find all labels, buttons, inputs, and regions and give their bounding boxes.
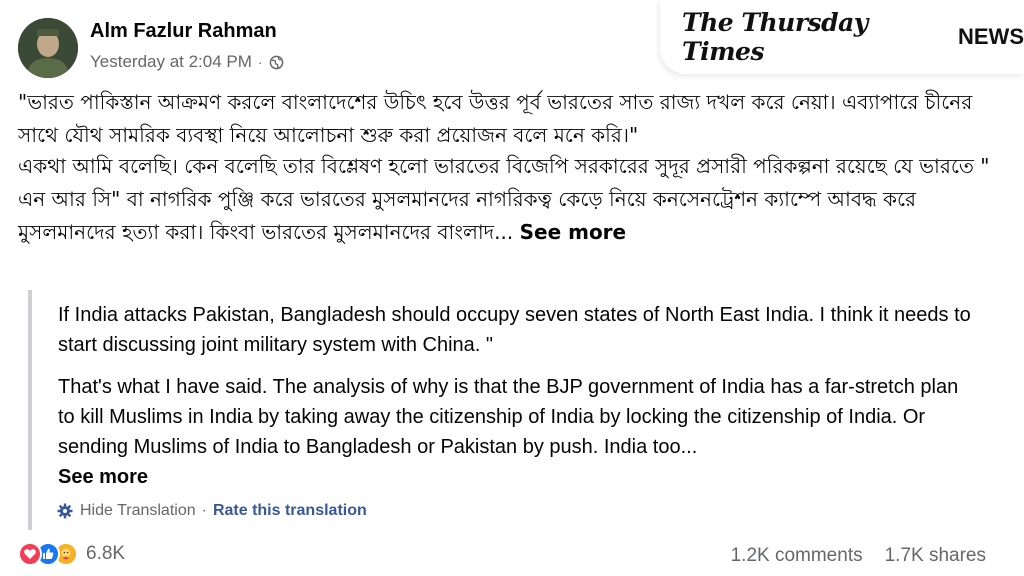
post-author[interactable]: Alm Fazlur Rahman bbox=[90, 20, 277, 43]
love-icon bbox=[18, 542, 42, 566]
watermark-script: The Thursday Times bbox=[682, 8, 868, 66]
post-timestamp[interactable]: Yesterday at 2:04 PM bbox=[90, 52, 252, 72]
globe-icon[interactable] bbox=[269, 55, 284, 70]
translation-controls: Hide Translation · Rate this translation bbox=[56, 502, 367, 520]
see-more-original-link[interactable]: See more bbox=[520, 220, 627, 244]
rate-translation-link[interactable]: Rate this translation bbox=[213, 502, 367, 520]
post-original-paragraph-1: "ভারত পাকিস্তান আক্রমণ করলে বাংলাদেশের উ… bbox=[18, 90, 973, 147]
watermark-news: NEWS bbox=[958, 24, 1024, 49]
shares-count[interactable]: 1.7K shares bbox=[885, 545, 986, 567]
comments-count[interactable]: 1.2K comments bbox=[731, 545, 863, 567]
facebook-post-card: Alm Fazlur Rahman Yesterday at 2:04 PM ·… bbox=[0, 0, 1024, 576]
hide-translation-link[interactable]: Hide Translation bbox=[80, 502, 196, 520]
see-more-translation-link[interactable]: See more bbox=[58, 466, 148, 488]
reaction-count[interactable]: 6.8K bbox=[86, 543, 125, 565]
translation-paragraph-2: That's what I have said. The analysis of… bbox=[58, 372, 978, 492]
translation-controls-separator: · bbox=[201, 502, 207, 519]
translation-paragraph-1: If India attacks Pakistan, Bangladesh sh… bbox=[58, 304, 971, 356]
post-original-paragraph-2: একথা আমি বলেছি। কেন বলেছি তার বিশ্লেষণ হ… bbox=[18, 150, 1004, 249]
meta-separator: · bbox=[257, 54, 263, 70]
translation-block: If India attacks Pakistan, Bangladesh sh… bbox=[28, 290, 998, 530]
avatar[interactable] bbox=[18, 18, 78, 78]
avatar-image bbox=[18, 18, 78, 78]
translation-paragraph-2-text: That's what I have said. The analysis of… bbox=[58, 376, 959, 458]
engagement-counts: 1.2K comments 1.7K shares bbox=[731, 545, 986, 567]
watermark-logo: The Thursday Times NEWS bbox=[660, 0, 1024, 74]
reactions-summary[interactable]: 6.8K bbox=[18, 542, 125, 566]
gear-icon bbox=[56, 502, 74, 520]
original-paragraph-2-text: একথা আমি বলেছি। কেন বলেছি তার বিশ্লেষণ হ… bbox=[18, 154, 990, 244]
post-meta: Yesterday at 2:04 PM · bbox=[90, 52, 284, 72]
